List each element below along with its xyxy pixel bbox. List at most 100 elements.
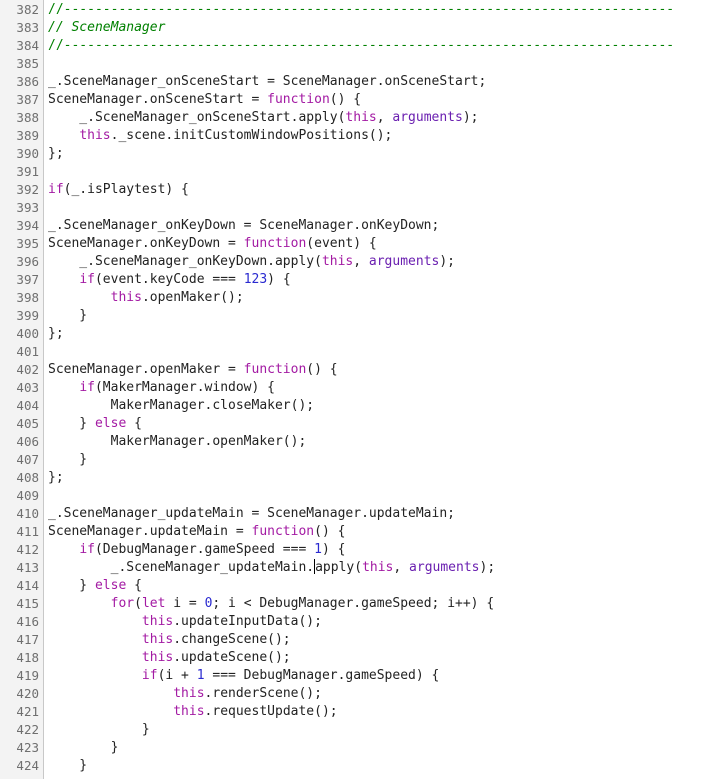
code-line[interactable]: 389 this._scene.initCustomWindowPosition… — [0, 127, 702, 145]
code-line[interactable]: 394 _.SceneManager_onKeyDown = SceneManag… — [0, 217, 702, 235]
code-text[interactable]: } — [43, 721, 150, 739]
code-text[interactable]: SceneManager.onSceneStart = function() { — [43, 91, 361, 109]
code-line[interactable]: 402 SceneManager.openMaker = function() { — [0, 361, 702, 379]
code-token: === DebugManager.gameSpeed) { — [204, 668, 440, 683]
code-text[interactable]: this.openMaker(); — [43, 289, 244, 307]
code-line[interactable]: 404 MakerManager.closeMaker(); — [0, 397, 702, 415]
code-text[interactable]: SceneManager.updateMain = function() { — [43, 523, 345, 541]
code-text[interactable]: SceneManager.onKeyDown = function(event)… — [43, 235, 377, 253]
code-line[interactable]: 390}; — [0, 145, 702, 163]
code-line[interactable]: 393 — [0, 199, 702, 217]
code-line[interactable]: 412 if(DebugManager.gameSpeed === 1) { — [0, 541, 702, 559]
code-text[interactable]: } — [43, 307, 87, 325]
code-text[interactable]: _.SceneManager_updateMain.apply(this, ar… — [43, 559, 495, 577]
code-line[interactable]: 424 } — [0, 757, 702, 775]
code-text[interactable]: } — [43, 757, 87, 775]
code-text[interactable]: if(MakerManager.window) { — [43, 379, 275, 397]
code-line[interactable]: 385 — [0, 55, 702, 73]
code-token: .changeScene(); — [173, 632, 291, 647]
code-line[interactable]: 384 //-----------------------------------… — [0, 37, 702, 55]
code-token: ) { — [267, 272, 291, 287]
code-text[interactable]: //--------------------------------------… — [43, 1, 674, 19]
code-line[interactable]: 399 } — [0, 307, 702, 325]
code-line[interactable]: 397 if(event.keyCode === 123) { — [0, 271, 702, 289]
code-text[interactable]: if(event.keyCode === 123) { — [43, 271, 291, 289]
code-line[interactable]: 410 _.SceneManager_updateMain = SceneMana… — [0, 505, 702, 523]
code-text[interactable]: this.renderScene(); — [43, 685, 322, 703]
code-text[interactable]: this.changeScene(); — [43, 631, 291, 649]
code-text[interactable]: // SceneManager — [43, 19, 165, 37]
code-text[interactable]: if(DebugManager.gameSpeed === 1) { — [43, 541, 345, 559]
code-line[interactable]: 407 } — [0, 451, 702, 469]
code-line[interactable]: 405 } else { — [0, 415, 702, 433]
code-text[interactable] — [43, 487, 48, 505]
code-line[interactable]: 414 } else { — [0, 577, 702, 595]
code-line[interactable]: 396 _.SceneManager_onKeyDown.apply(this,… — [0, 253, 702, 271]
code-text[interactable]: MakerManager.openMaker(); — [43, 433, 307, 451]
line-number: 407 — [16, 452, 39, 467]
code-line[interactable]: 411 SceneManager.updateMain = function() … — [0, 523, 702, 541]
code-text[interactable] — [43, 199, 48, 217]
code-text[interactable]: }; — [43, 145, 64, 163]
code-text[interactable]: if(i + 1 === DebugManager.gameSpeed) { — [43, 667, 439, 685]
code-token: () { — [306, 362, 338, 377]
code-text[interactable]: } — [43, 451, 87, 469]
code-line[interactable]: 391 — [0, 163, 702, 181]
code-line[interactable]: 403 if(MakerManager.window) { — [0, 379, 702, 397]
code-line[interactable]: 392 if(_.isPlaytest) { — [0, 181, 702, 199]
code-line[interactable]: 383 // SceneManager — [0, 19, 702, 37]
code-text[interactable]: _.SceneManager_onSceneStart = SceneManag… — [43, 73, 486, 91]
code-text[interactable]: for(let i = 0; i < DebugManager.gameSpee… — [43, 595, 495, 613]
code-text[interactable]: } — [43, 739, 119, 757]
code-text[interactable]: if(_.isPlaytest) { — [43, 181, 189, 199]
code-line[interactable]: 421 this.requestUpdate(); — [0, 703, 702, 721]
code-text[interactable]: this.requestUpdate(); — [43, 703, 337, 721]
code-text[interactable] — [43, 55, 48, 73]
code-text[interactable] — [43, 343, 48, 361]
code-lines[interactable]: 382 //-----------------------------------… — [0, 1, 702, 775]
code-line[interactable]: 400}; — [0, 325, 702, 343]
code-token: ); — [439, 254, 456, 269]
code-text[interactable]: } else { — [43, 577, 142, 595]
code-text[interactable]: }; — [43, 325, 64, 343]
code-line[interactable]: 398 this.openMaker(); — [0, 289, 702, 307]
code-line[interactable]: 418 this.updateScene(); — [0, 649, 702, 667]
code-text[interactable]: _.SceneManager_onKeyDown.apply(this, arg… — [43, 253, 455, 271]
code-text[interactable]: this.updateScene(); — [43, 649, 291, 667]
code-line[interactable]: 387 SceneManager.onSceneStart = function(… — [0, 91, 702, 109]
code-line[interactable]: 420 this.renderScene(); — [0, 685, 702, 703]
code-token: (MakerManager.window) { — [94, 380, 275, 395]
code-line[interactable]: 401 — [0, 343, 702, 361]
code-text[interactable]: _.SceneManager_onSceneStart.apply(this, … — [43, 109, 478, 127]
code-text[interactable]: }; — [43, 469, 64, 487]
code-line[interactable]: 417 this.changeScene(); — [0, 631, 702, 649]
line-number: 406 — [16, 434, 39, 449]
code-text[interactable]: MakerManager.closeMaker(); — [43, 397, 315, 415]
code-line[interactable]: 423 } — [0, 739, 702, 757]
code-line[interactable]: 388 _.SceneManager_onSceneStart.apply(th… — [0, 109, 702, 127]
code-line[interactable]: 415 for(let i = 0; i < DebugManager.game… — [0, 595, 702, 613]
code-line[interactable]: 409 — [0, 487, 702, 505]
code-text[interactable]: } else { — [43, 415, 142, 433]
code-line[interactable]: 422 } — [0, 721, 702, 739]
code-editor[interactable]: 382 //-----------------------------------… — [0, 0, 702, 779]
code-line[interactable]: 382 //-----------------------------------… — [0, 1, 702, 19]
code-token: } — [48, 740, 119, 755]
code-text[interactable]: _.SceneManager_onKeyDown = SceneManager.… — [43, 217, 439, 235]
code-keyword: for — [110, 596, 135, 611]
code-line[interactable]: 408}; — [0, 469, 702, 487]
code-text[interactable]: //--------------------------------------… — [43, 37, 674, 55]
code-line[interactable]: 395 SceneManager.onKeyDown = function(eve… — [0, 235, 702, 253]
code-line[interactable]: 413 _.SceneManager_updateMain.apply(this… — [0, 559, 702, 577]
code-text[interactable]: this.updateInputData(); — [43, 613, 322, 631]
code-text[interactable]: _.SceneManager_updateMain = SceneManager… — [43, 505, 455, 523]
code-line[interactable]: 419 if(i + 1 === DebugManager.gameSpeed)… — [0, 667, 702, 685]
code-line[interactable]: 416 this.updateInputData(); — [0, 613, 702, 631]
code-line[interactable]: 406 MakerManager.openMaker(); — [0, 433, 702, 451]
code-line[interactable]: 386 _.SceneManager_onSceneStart = SceneMa… — [0, 73, 702, 91]
code-text[interactable] — [43, 163, 48, 181]
code-text[interactable]: SceneManager.openMaker = function() { — [43, 361, 338, 379]
line-number: 424 — [16, 758, 39, 773]
code-text[interactable]: this._scene.initCustomWindowPositions(); — [43, 127, 392, 145]
